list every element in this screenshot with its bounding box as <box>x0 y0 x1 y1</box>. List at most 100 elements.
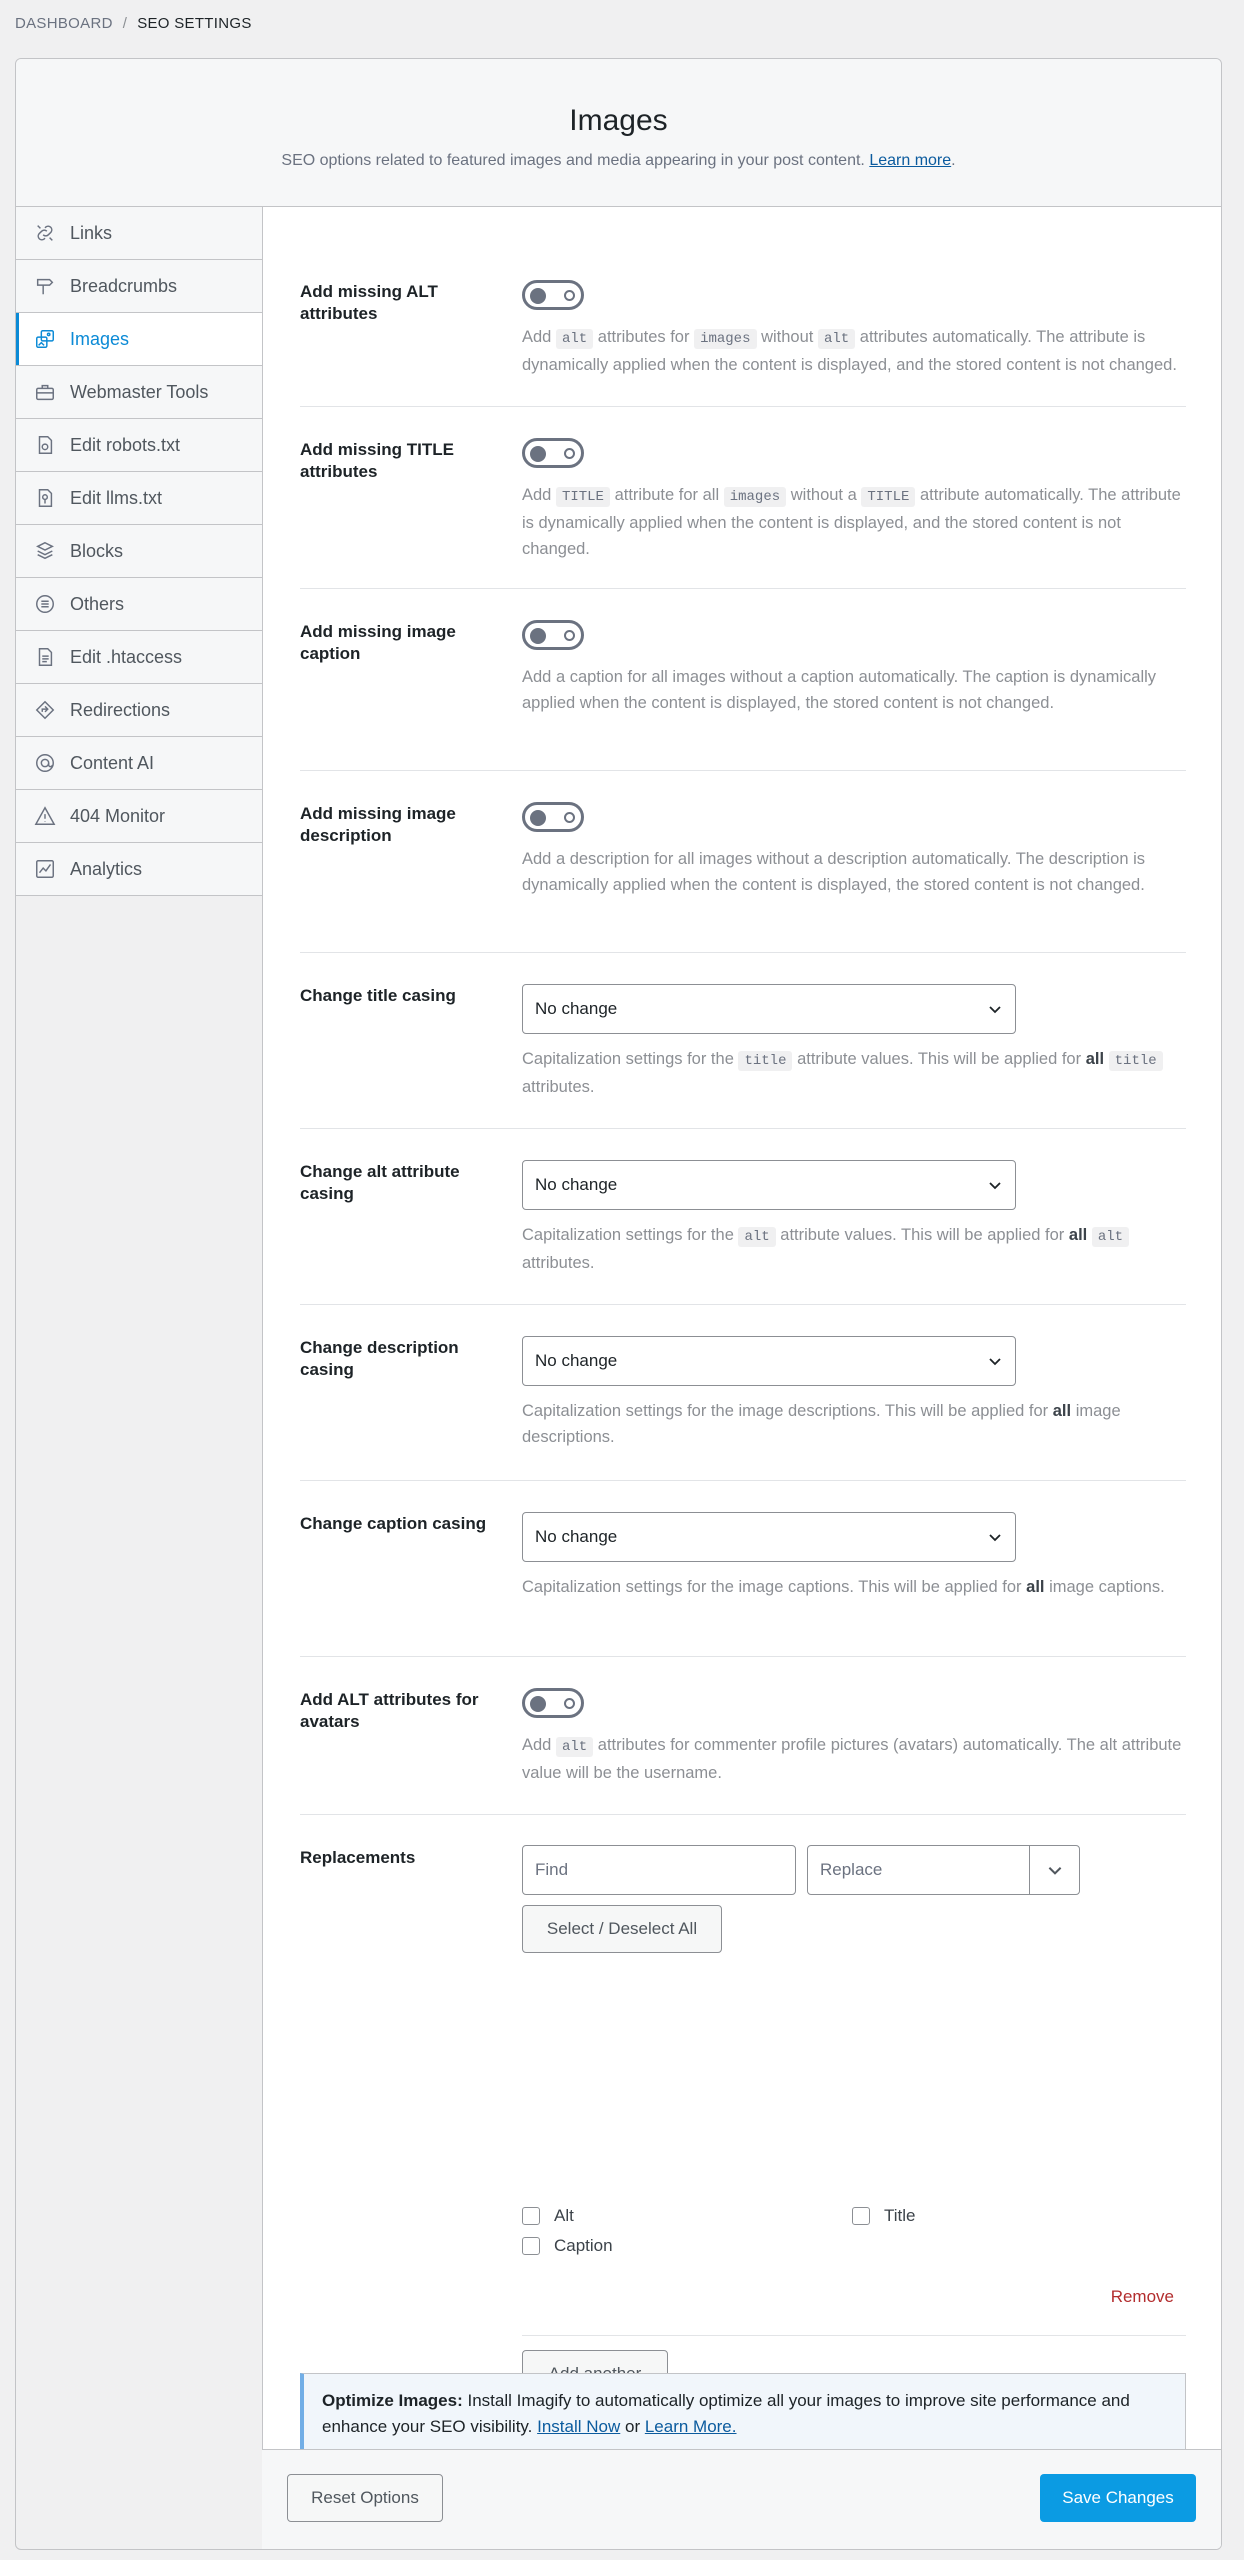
sidebar-item-edit-llms[interactable]: Edit llms.txt <box>16 472 263 525</box>
checkbox-box[interactable] <box>852 2207 870 2225</box>
sidebar-item-others[interactable]: Others <box>16 578 263 631</box>
images-icon <box>36 330 54 348</box>
desc-text: attribute for all <box>614 486 720 504</box>
chevron-down-icon <box>989 1358 1001 1366</box>
checkbox-box[interactable] <box>522 2237 540 2255</box>
replacement-divider <box>522 2335 1186 2336</box>
setting-description-casing: Change description casing No change Capi… <box>300 1305 1186 1481</box>
missing-description-toggle[interactable] <box>522 802 584 832</box>
replace-input[interactable]: Replace <box>807 1845 1030 1895</box>
toggle-off-indicator <box>564 812 575 823</box>
signpost-icon <box>36 278 54 295</box>
toolbox-icon <box>36 384 54 401</box>
desc-text: without <box>761 328 814 346</box>
sidebar-item-label: Edit robots.txt <box>70 434 181 455</box>
page-title: Images <box>569 104 668 137</box>
alt-checkbox[interactable]: Alt <box>522 2206 574 2226</box>
desc-code: alt <box>738 1227 776 1247</box>
chevron-down-icon <box>989 1534 1001 1542</box>
desc-text: attributes for <box>597 328 690 346</box>
setting-description: Capitalization settings for the alt attr… <box>522 1222 1186 1276</box>
desc-bold: all <box>1068 1226 1088 1244</box>
desc-text: Capitalization settings for the image ca… <box>522 1578 1022 1596</box>
toggle-off-indicator <box>564 1698 575 1709</box>
sidebar-item-edit-robots[interactable]: Edit robots.txt <box>16 419 263 472</box>
description-casing-select[interactable]: No change <box>522 1336 1016 1386</box>
remove-link[interactable]: Remove <box>1111 2287 1174 2307</box>
missing-alt-toggle[interactable] <box>522 280 584 310</box>
desc-text: without a <box>790 486 857 504</box>
caption-casing-select[interactable]: No change <box>522 1512 1016 1562</box>
main-panel: Add missing ALT attributes Add alt attri… <box>262 207 1221 2549</box>
select-value: No change <box>535 1527 618 1546</box>
setting-description: Capitalization settings for the image de… <box>522 1398 1186 1450</box>
sidebar-item-label: Others <box>70 593 125 614</box>
desc-text: attributes for commenter profile picture… <box>522 1736 1182 1782</box>
desc-code: images <box>723 487 787 507</box>
toggle-off-indicator <box>564 448 575 459</box>
find-input[interactable]: Find <box>522 1845 796 1895</box>
setting-description: Capitalization settings for the title at… <box>522 1046 1186 1100</box>
select-value: No change <box>535 999 618 1018</box>
sidebar: Links Breadcrumbs Images Webmaster Tools… <box>16 207 263 896</box>
setting-label: Change description casing <box>300 1338 459 1379</box>
save-changes-button[interactable]: Save Changes <box>1040 2474 1196 2522</box>
toggle-knob <box>530 1696 546 1712</box>
sidebar-item-label: Content AI <box>70 752 155 773</box>
alt-casing-select[interactable]: No change <box>522 1160 1016 1210</box>
checkbox-box[interactable] <box>522 2207 540 2225</box>
setting-label: Replacements <box>300 1848 416 1867</box>
sidebar-item-label: Breadcrumbs <box>70 275 178 296</box>
select-value: No change <box>535 1175 618 1194</box>
chevron-down-icon <box>989 1006 1001 1014</box>
sidebar-item-redirections[interactable]: Redirections <box>16 684 263 737</box>
sidebar-item-label: Webmaster Tools <box>70 381 209 402</box>
setting-label: Add missing image caption <box>300 622 456 663</box>
checkbox-label: Title <box>884 2206 916 2225</box>
breadcrumb-dashboard[interactable]: DASHBOARD <box>15 15 113 32</box>
sidebar-item-label: Edit llms.txt <box>70 487 163 508</box>
title-casing-select[interactable]: No change <box>522 984 1016 1034</box>
learn-more-link[interactable]: Learn more <box>869 152 951 169</box>
toggle-off-indicator <box>564 290 575 301</box>
sidebar-item-edit-htaccess[interactable]: Edit .htaccess <box>16 631 263 684</box>
sidebar-item-content-ai[interactable]: Content AI <box>16 737 263 790</box>
desc-code: title <box>1108 1051 1163 1071</box>
learn-more-notice-link[interactable]: Learn More. <box>645 2417 737 2436</box>
checkbox-label: Caption <box>554 2236 613 2255</box>
sidebar-item-breadcrumbs[interactable]: Breadcrumbs <box>16 260 263 313</box>
caption-checkbox[interactable]: Caption <box>522 2236 613 2256</box>
warning-icon <box>34 806 56 825</box>
setting-description: Add a description for all images without… <box>522 850 1146 894</box>
setting-label: Add missing image description <box>300 804 456 845</box>
setting-title-casing: Change title casing No change Capitaliza… <box>300 953 1186 1129</box>
sidebar-item-links[interactable]: Links <box>16 207 263 260</box>
replace-dropdown-toggle[interactable] <box>1029 1845 1080 1895</box>
sidebar-item-label: Images <box>70 328 130 349</box>
title-checkbox[interactable]: Title <box>852 2206 916 2226</box>
llms-file-icon <box>38 489 53 507</box>
missing-caption-toggle[interactable] <box>522 620 584 650</box>
list-circle-icon <box>36 595 54 613</box>
robots-file-icon <box>38 436 53 454</box>
sidebar-item-analytics[interactable]: Analytics <box>16 843 263 896</box>
sidebar-item-webmaster-tools[interactable]: Webmaster Tools <box>16 366 263 419</box>
desc-text: Capitalization settings for the <box>522 1226 734 1244</box>
desc-text: attributes. <box>522 1254 595 1272</box>
desc-code: TITLE <box>555 487 610 507</box>
setting-missing-alt: Add missing ALT attributes Add alt attri… <box>300 267 1186 407</box>
sidebar-item-blocks[interactable]: Blocks <box>16 525 263 578</box>
breadcrumb: DASHBOARD / SEO SETTINGS <box>15 15 252 32</box>
reset-options-button[interactable]: Reset Options <box>287 2474 443 2522</box>
desc-text: Capitalization settings for the image de… <box>522 1402 1049 1420</box>
avatars-alt-toggle[interactable] <box>522 1688 584 1718</box>
select-value: No change <box>535 1351 618 1370</box>
optimize-images-notice: Optimize Images: Install Imagify to auto… <box>300 2373 1186 2451</box>
missing-title-toggle[interactable] <box>522 438 584 468</box>
toggle-off-indicator <box>564 630 575 641</box>
sidebar-item-images[interactable]: Images <box>16 313 263 366</box>
select-deselect-all-button[interactable]: Select / Deselect All <box>522 1905 722 1953</box>
setting-description: Add alt attributes for commenter profile… <box>522 1732 1186 1786</box>
sidebar-item-404-monitor[interactable]: 404 Monitor <box>16 790 263 843</box>
install-now-link[interactable]: Install Now <box>537 2417 620 2436</box>
